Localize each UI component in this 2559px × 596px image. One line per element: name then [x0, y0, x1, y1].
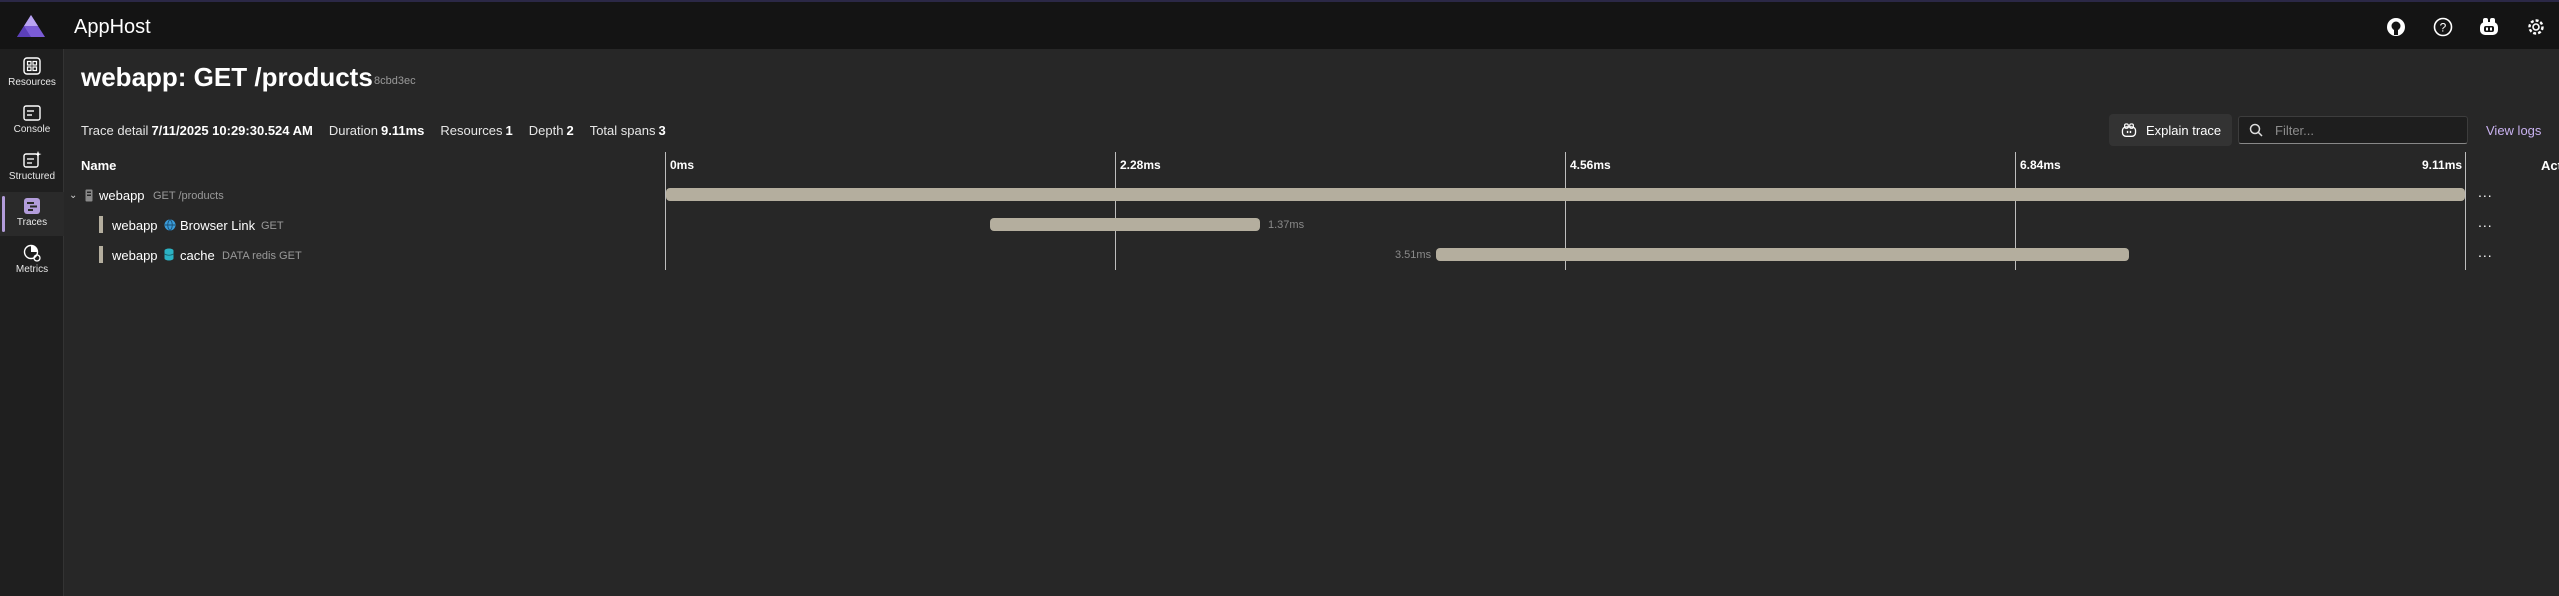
row-actions-button[interactable]: ...	[2478, 244, 2493, 260]
resources-icon	[23, 57, 41, 75]
settings-icon[interactable]	[2523, 14, 2549, 40]
metrics-icon	[23, 244, 41, 262]
globe-icon	[164, 219, 176, 231]
span-bar[interactable]	[1436, 248, 2130, 261]
sidebar-item-resources[interactable]: Resources	[0, 52, 64, 96]
tick-gridline	[665, 152, 666, 270]
structured-icon	[23, 151, 42, 168]
sidebar-item-structured[interactable]: Structured	[0, 146, 64, 190]
search-icon	[2249, 123, 2263, 137]
row-actions-button[interactable]: ...	[2478, 214, 2493, 230]
view-logs-link[interactable]: View logs	[2486, 123, 2541, 138]
tick-label: 9.11ms	[2422, 158, 2463, 172]
copilot-icon[interactable]	[2476, 14, 2502, 40]
sidebar-item-console[interactable]: Console	[0, 99, 64, 143]
total-spans-value: 3	[658, 123, 666, 138]
span-duration-label: 1.37ms	[1268, 219, 1305, 231]
page-title: webapp: GET /products	[81, 62, 373, 92]
span-service-name: webapp	[112, 218, 158, 233]
explain-trace-label: Explain trace	[2146, 122, 2222, 138]
resources-label: Resources	[440, 123, 503, 138]
tick-label: 0ms	[670, 158, 695, 172]
explain-trace-button[interactable]: Explain trace	[2109, 114, 2232, 146]
resources-value: 1	[505, 123, 513, 138]
app-title[interactable]: AppHost	[74, 16, 151, 39]
database-icon	[164, 248, 174, 261]
span-service-name: webapp	[99, 188, 145, 203]
sidebar-item-metrics[interactable]: Metrics	[0, 239, 64, 283]
span-bar[interactable]	[666, 188, 2465, 201]
span-duration-label: 3.51ms	[1395, 249, 1432, 261]
span-service-name: webapp	[112, 248, 158, 263]
span-target: cache	[180, 248, 215, 263]
span-operation: GET	[261, 220, 284, 232]
name-column-header[interactable]: Name	[81, 158, 116, 173]
sidebar-item-label: Metrics	[15, 264, 49, 275]
filter-input[interactable]	[2275, 122, 2455, 138]
sidebar-item-label: Traces	[16, 217, 48, 228]
tick-gridline	[1115, 152, 1116, 270]
tick-label: 6.84ms	[2020, 158, 2061, 172]
trace-detail-value: 7/11/2025 10:29:30.524 AM	[151, 123, 313, 138]
chevron-down-icon[interactable]: ⌄	[69, 190, 77, 201]
span-operation: GET /products	[153, 190, 224, 202]
span-operation: DATA redis GET	[222, 250, 302, 262]
depth-indicator	[99, 216, 103, 233]
trace-id-badge: 8cbd3ec	[374, 75, 416, 87]
duration-value: 9.11ms	[381, 123, 425, 138]
traces-icon	[24, 198, 40, 214]
span-target: Browser Link	[180, 218, 256, 233]
aspire-logo-icon[interactable]	[14, 13, 48, 39]
tick-label: 2.28ms	[1120, 158, 1161, 172]
sidebar: Resources Console Structured Traces Metr…	[0, 49, 64, 596]
trace-detail-label: Trace detail	[81, 123, 149, 138]
console-icon	[23, 105, 41, 121]
depth-indicator	[99, 246, 103, 263]
trace-summary: Trace detail 7/11/2025 10:29:30.524 AM Dur…	[81, 123, 682, 138]
filter-field[interactable]	[2238, 116, 2468, 144]
depth-label: Depth	[528, 123, 564, 138]
sidebar-item-traces[interactable]: Traces	[0, 192, 64, 236]
row-actions-button[interactable]: ...	[2478, 184, 2493, 200]
server-icon	[85, 189, 93, 202]
tick-gridline	[2465, 152, 2466, 270]
top-bar: AppHost ?	[0, 0, 2559, 49]
help-icon[interactable]: ?	[2430, 14, 2456, 40]
trace-grid-header: Name 0ms 2.28ms 4.56ms 6.84ms 9.11ms Act…	[64, 152, 2559, 178]
github-icon[interactable]	[2383, 14, 2409, 40]
tick-label: 4.56ms	[1570, 158, 1611, 172]
sidebar-item-label: Resources	[8, 77, 56, 88]
svg-text:?: ?	[2440, 21, 2447, 35]
sidebar-item-label: Console	[13, 124, 51, 135]
total-spans-label: Total spans	[589, 123, 656, 138]
span-bar[interactable]	[989, 218, 1261, 231]
copilot-icon	[2121, 122, 2137, 137]
depth-value: 2	[566, 123, 574, 138]
duration-label: Duration	[328, 123, 378, 138]
sidebar-item-label: Structured	[8, 171, 56, 182]
actions-column-header: Actions	[2541, 158, 2559, 173]
